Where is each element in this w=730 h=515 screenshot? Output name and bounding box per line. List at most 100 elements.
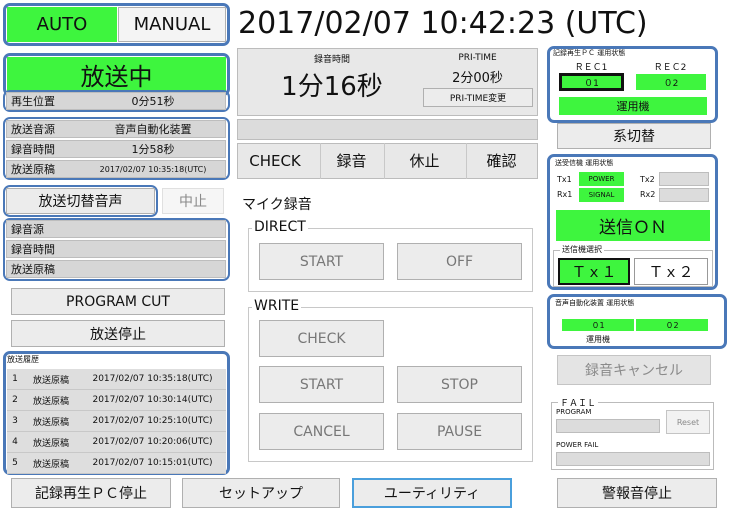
audio-auto-01: ０1 bbox=[562, 319, 634, 331]
history-index: 5 bbox=[12, 458, 18, 468]
script-label: 放送原稿 bbox=[11, 163, 55, 176]
write-check-button[interactable]: CHECK bbox=[259, 320, 384, 357]
rec2-status-value: ０2 bbox=[663, 78, 679, 89]
clock: 2017/02/07 10:42:23 (UTC) bbox=[238, 6, 648, 41]
write-title: WRITE bbox=[252, 298, 302, 314]
source-value: 音声自動化装置 bbox=[114, 123, 192, 136]
rec-pc-stop-label: 記録再生ＰＣ停止 bbox=[35, 486, 147, 502]
pri-time-label: PRI-TIME bbox=[458, 53, 497, 63]
history-type: 放送原稿 bbox=[32, 459, 69, 470]
pri-time-value: 2分00秒 bbox=[452, 71, 503, 86]
history-row[interactable]: 5 放送原稿 2017/02/07 10:15:01(UTC) bbox=[7, 453, 226, 474]
broadcast-stop-button[interactable]: 放送停止 bbox=[11, 320, 225, 347]
rec1-status: ０1 bbox=[559, 73, 624, 91]
script-value: 2017/02/07 10:35:18(UTC) bbox=[99, 164, 207, 174]
rec-pc-operating-label: 運用機 bbox=[616, 100, 650, 113]
history-row[interactable]: 3 放送原稿 2017/02/07 10:25:10(UTC) bbox=[7, 411, 226, 432]
write-pause-button[interactable]: PAUSE bbox=[397, 413, 522, 450]
alarm-stop-button[interactable]: 警報音停止 bbox=[557, 478, 717, 508]
pri-time-change-button[interactable]: PRI-TIME変更 bbox=[423, 88, 533, 107]
broadcast-stop-label: 放送停止 bbox=[90, 326, 146, 343]
switch-voice-label: 放送切替音声 bbox=[38, 194, 123, 210]
on-air-text: 放送中 bbox=[80, 63, 153, 91]
audio-auto-title: 音声自動化装置 運用状態 bbox=[555, 299, 635, 307]
source-row: 放送音源 音声自動化装置 bbox=[6, 120, 226, 138]
rec-pc-stop-button[interactable]: 記録再生ＰＣ停止 bbox=[11, 478, 171, 508]
fail-program-label: PROGRAM bbox=[556, 408, 592, 416]
history-type: 放送原稿 bbox=[32, 375, 69, 386]
direct-off-button[interactable]: OFF bbox=[397, 243, 522, 280]
history-type: 放送原稿 bbox=[32, 396, 69, 407]
write-stop-button[interactable]: STOP bbox=[397, 366, 522, 403]
signal-indicator: SIGNAL bbox=[579, 188, 624, 202]
rec-source-row: 録音源 bbox=[6, 220, 226, 238]
pri-time-change-label: PRI-TIME変更 bbox=[449, 94, 507, 104]
power-indicator: POWER bbox=[579, 172, 624, 186]
direct-off-label: OFF bbox=[445, 253, 474, 270]
power-fail-indicator bbox=[556, 452, 710, 466]
rec-source-label: 録音源 bbox=[11, 223, 44, 236]
playback-label: 再生位置 bbox=[11, 95, 55, 108]
direct-title: DIRECT bbox=[252, 219, 308, 235]
audio-auto-02: ０2 bbox=[636, 319, 708, 331]
switch-voice-stop-button[interactable]: 中止 bbox=[162, 188, 224, 214]
direct-start-button[interactable]: START bbox=[259, 243, 384, 280]
history-row[interactable]: 2 放送原稿 2017/02/07 10:30:14(UTC) bbox=[7, 390, 226, 411]
history-title: 放送履歴 bbox=[7, 355, 39, 364]
rec-time-label: 録音時間 bbox=[11, 143, 55, 156]
history-row[interactable]: 1 放送原稿 2017/02/07 10:35:18(UTC) bbox=[7, 369, 226, 390]
rec-time-label-2: 録音時間 bbox=[11, 243, 55, 256]
system-switch-label: 系切替 bbox=[613, 129, 655, 145]
rec-cancel-button[interactable]: 録音キャンセル bbox=[557, 355, 711, 385]
rec-time-row-2: 録音時間 bbox=[6, 240, 226, 258]
fail-program-indicator bbox=[556, 419, 660, 433]
auto-label: AUTO bbox=[36, 14, 88, 35]
on-air-status: 放送中 bbox=[7, 57, 226, 92]
script-label-2: 放送原稿 bbox=[11, 263, 55, 276]
script-row: 放送原稿 2017/02/07 10:35:18(UTC) bbox=[6, 160, 226, 178]
program-cut-button[interactable]: PROGRAM CUT bbox=[11, 288, 225, 315]
history-row[interactable]: 4 放送原稿 2017/02/07 10:20:06(UTC) bbox=[7, 432, 226, 453]
tx2-select-button[interactable]: Ｔｘ２ bbox=[634, 258, 708, 285]
alarm-stop-label: 警報音停止 bbox=[602, 486, 672, 502]
rec-pc-operating: 運用機 bbox=[559, 97, 707, 115]
setup-button[interactable]: セットアップ bbox=[182, 478, 340, 508]
send-on-label: 送信ＯＮ bbox=[599, 218, 667, 238]
check-rec-indicator: 録音 bbox=[320, 143, 382, 179]
audio-auto-01-value: ０1 bbox=[591, 320, 605, 330]
tx1-select-label: Ｔｘ１ bbox=[571, 263, 617, 281]
send-on-button[interactable]: 送信ＯＮ bbox=[556, 210, 710, 241]
reset-button[interactable]: Reset bbox=[666, 410, 710, 434]
manual-label: MANUAL bbox=[133, 14, 211, 35]
playback-value: 0分51秒 bbox=[131, 95, 175, 108]
write-start-label: START bbox=[299, 376, 344, 393]
tx1-select-button[interactable]: Ｔｘ１ bbox=[558, 258, 630, 285]
rec1-status-value: ０1 bbox=[584, 78, 599, 89]
tx-select-title: 送信機選択 bbox=[560, 244, 604, 255]
manual-mode-button[interactable]: MANUAL bbox=[118, 7, 226, 42]
utility-button[interactable]: ユーティリティ bbox=[352, 478, 512, 508]
auto-mode-button[interactable]: AUTO bbox=[7, 7, 117, 42]
write-stop-label: STOP bbox=[441, 376, 478, 393]
history-index: 3 bbox=[12, 416, 18, 426]
write-start-button[interactable]: START bbox=[259, 366, 384, 403]
system-switch-button[interactable]: 系切替 bbox=[557, 123, 711, 149]
write-cancel-button[interactable]: CANCEL bbox=[259, 413, 384, 450]
check-label: CHECK bbox=[249, 152, 301, 170]
rec1-label: ＲＥＣ1 bbox=[574, 63, 608, 73]
switch-voice-button[interactable]: 放送切替音声 bbox=[6, 188, 155, 214]
history-index: 4 bbox=[12, 437, 18, 447]
history-time: 2017/02/07 10:30:14(UTC) bbox=[92, 395, 213, 405]
audio-auto-operating: 運用機 bbox=[586, 335, 610, 344]
rx2-indicator bbox=[659, 188, 709, 202]
script-row-2: 放送原稿 bbox=[6, 260, 226, 278]
tx2-label: Tx2 bbox=[640, 175, 655, 184]
rec-time-row: 録音時間 1分58秒 bbox=[6, 140, 226, 158]
tx2-indicator bbox=[659, 172, 709, 186]
rec-time-value: 1分58秒 bbox=[131, 143, 175, 156]
switch-voice-stop-label: 中止 bbox=[179, 194, 207, 210]
history-list: 1 放送原稿 2017/02/07 10:35:18(UTC) 2 放送原稿 2… bbox=[7, 369, 226, 474]
source-label: 放送音源 bbox=[11, 123, 55, 136]
playback-row: 再生位置 0分51秒 bbox=[6, 92, 226, 110]
history-time: 2017/02/07 10:20:06(UTC) bbox=[92, 437, 213, 447]
